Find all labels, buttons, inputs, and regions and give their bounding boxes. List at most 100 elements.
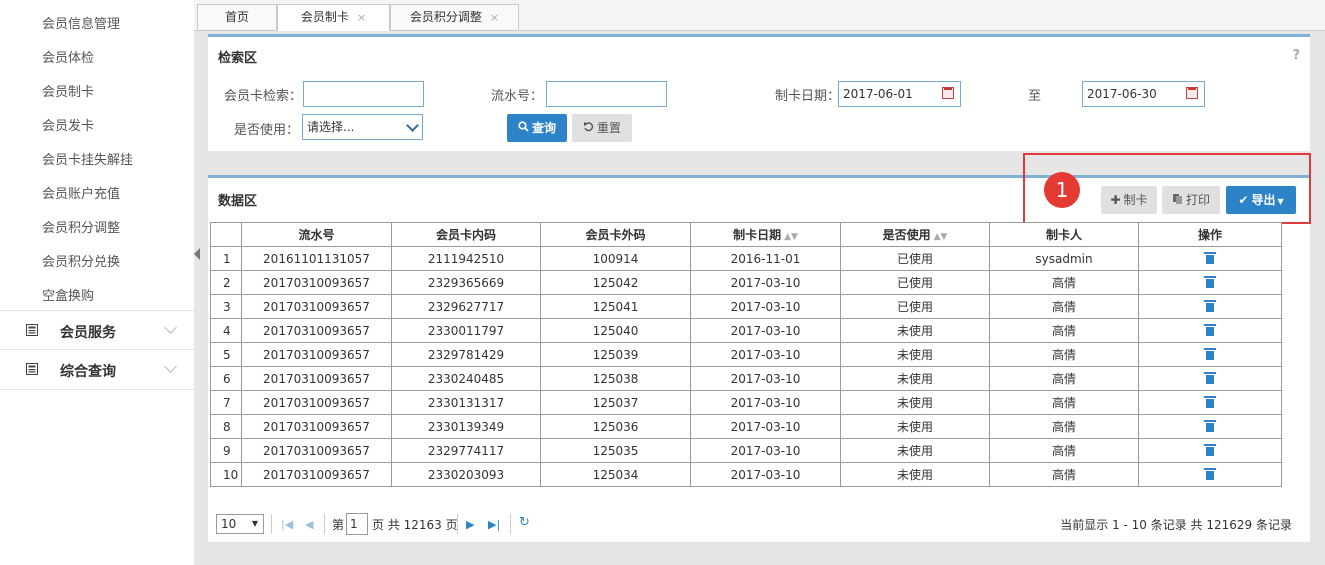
cell-outer-code: 125039 [540, 342, 691, 367]
cell-inner-code: 2329627717 [391, 294, 541, 319]
cell-maker: 高倩 [989, 462, 1139, 487]
cell-actions [1138, 246, 1282, 271]
sidebar-item-member-checkup[interactable]: 会员体检 [42, 47, 94, 66]
sidebar-item-member-info[interactable]: 会员信息管理 [42, 13, 120, 32]
page-number-input[interactable]: 1 [346, 513, 368, 535]
used-select[interactable]: 请选择... [302, 114, 423, 140]
tab-points-adjust[interactable]: 会员积分调整 × [390, 4, 519, 29]
chevron-down-icon [402, 115, 422, 139]
sidebar-item-points-redeem[interactable]: 会员积分兑换 [42, 251, 120, 270]
close-icon[interactable]: × [357, 11, 366, 24]
chevron-down-icon [164, 360, 177, 373]
reset-button-label: 重置 [596, 121, 621, 135]
trash-icon[interactable] [1204, 251, 1216, 264]
trash-icon[interactable] [1204, 419, 1216, 432]
undo-icon [583, 122, 594, 132]
cell-maker: 高倩 [989, 414, 1139, 439]
table-row[interactable]: 9 20170310093657 2329774117 125035 2017-03-1… [210, 438, 1282, 463]
cell-actions [1138, 414, 1282, 439]
cell-serial: 20170310093657 [241, 366, 392, 391]
prev-page-icon[interactable]: ◀ [305, 518, 313, 531]
trash-icon[interactable] [1204, 443, 1216, 456]
reset-button[interactable]: 重置 [572, 114, 632, 142]
trash-icon[interactable] [1204, 395, 1216, 408]
last-page-icon[interactable]: ▶| [488, 518, 500, 531]
trash-icon[interactable] [1204, 275, 1216, 288]
table-row[interactable]: 4 20170310093657 2330011797 125040 2017-03-1… [210, 318, 1282, 343]
sidebar-item-issue-card[interactable]: 会员发卡 [42, 115, 94, 134]
cell-date: 2017-03-10 [690, 318, 841, 343]
cell-used: 未使用 [840, 342, 990, 367]
table-row[interactable]: 8 20170310093657 2330139349 125036 2017-03-1… [210, 414, 1282, 439]
used-select-value: 请选择... [307, 120, 355, 134]
column-header-label: 是否使用 [882, 228, 931, 242]
sidebar-item-card-loss[interactable]: 会员卡挂失解挂 [42, 149, 133, 168]
sidebar-group-label: 综合查询 [60, 364, 116, 380]
cell-actions [1138, 270, 1282, 295]
table-row[interactable]: 7 20170310093657 2330131317 125037 2017-03-1… [210, 390, 1282, 415]
cell-used: 未使用 [840, 366, 990, 391]
table-header-row: 流水号 会员卡内码 会员卡外码 制卡日期 ▲▼ 是否使用 ▲▼ 制卡人 操作 [210, 222, 1282, 247]
tab-bar: 首页 会员制卡 × 会员积分调整 × [194, 0, 1325, 31]
cell-actions [1138, 462, 1282, 487]
column-header-date[interactable]: 制卡日期 ▲▼ [690, 222, 841, 247]
sidebar-group-query[interactable]: 综合查询 [0, 349, 194, 390]
date-to-input[interactable]: 2017-06-30 [1082, 81, 1205, 107]
query-button[interactable]: 查询 [507, 114, 567, 142]
cell-inner-code: 2330240485 [391, 366, 541, 391]
sidebar-item-points-adjust[interactable]: 会员积分调整 [42, 217, 120, 236]
sidebar-item-make-card[interactable]: 会员制卡 [42, 81, 94, 100]
next-page-icon[interactable]: ▶ [466, 518, 474, 531]
calendar-icon[interactable] [1186, 87, 1198, 99]
table-row[interactable]: 5 20170310093657 2329781429 125039 2017-03-1… [210, 342, 1282, 367]
trash-icon[interactable] [1204, 371, 1216, 384]
trash-icon[interactable] [1204, 323, 1216, 336]
trash-icon[interactable] [1204, 347, 1216, 360]
tab-make-card[interactable]: 会员制卡 × [277, 4, 390, 31]
cell-index: 2 [210, 270, 242, 295]
column-header-label: 制卡日期 [733, 228, 782, 242]
table-row[interactable]: 1 20161101131057 2111942510 100914 2016-11-0… [210, 246, 1282, 271]
cell-maker: 高倩 [989, 366, 1139, 391]
cell-inner-code: 2330011797 [391, 318, 541, 343]
search-panel-title: 检索区 [218, 51, 258, 66]
cell-used: 已使用 [840, 270, 990, 295]
caret-down-icon: ▼ [251, 519, 258, 528]
table-row[interactable]: 3 20170310093657 2329627717 125041 2017-03-1… [210, 294, 1282, 319]
cell-date: 2017-03-10 [690, 270, 841, 295]
cell-used: 未使用 [840, 390, 990, 415]
page-size-select[interactable]: 10 ▼ [216, 514, 264, 534]
date-from-input[interactable]: 2017-06-01 [838, 81, 961, 107]
first-page-icon[interactable]: |◀ [281, 518, 293, 531]
cell-serial: 20170310093657 [241, 414, 392, 439]
tab-home[interactable]: 首页 [197, 4, 277, 29]
data-panel-title: 数据区 [218, 194, 258, 209]
card-search-label: 会员卡检索： [224, 89, 303, 104]
table-row[interactable]: 6 20170310093657 2330240485 125038 2017-03-1… [210, 366, 1282, 391]
trash-icon[interactable] [1204, 299, 1216, 312]
divider [457, 514, 458, 534]
calendar-icon[interactable] [942, 87, 954, 99]
cell-used: 已使用 [840, 246, 990, 271]
sidebar-collapse-icon[interactable] [194, 248, 200, 260]
help-icon[interactable]: ? [1292, 48, 1300, 63]
sidebar-item-recharge[interactable]: 会员账户充值 [42, 183, 120, 202]
cell-serial: 20170310093657 [241, 390, 392, 415]
trash-icon[interactable] [1204, 467, 1216, 480]
column-header-used[interactable]: 是否使用 ▲▼ [840, 222, 990, 247]
cell-actions [1138, 390, 1282, 415]
table-row[interactable]: 2 20170310093657 2329365669 125042 2017-03-1… [210, 270, 1282, 295]
close-icon[interactable]: × [490, 11, 499, 24]
refresh-icon[interactable]: ↻ [519, 515, 530, 530]
divider [324, 514, 325, 534]
query-button-label: 查询 [531, 121, 556, 135]
column-header-outer-code: 会员卡外码 [540, 222, 691, 247]
sidebar-group-member-service[interactable]: 会员服务 [0, 310, 194, 350]
table-row[interactable]: 10 20170310093657 2330203093 125034 2017-03-… [210, 462, 1282, 487]
cell-actions [1138, 342, 1282, 367]
sidebar-item-box-exchange[interactable]: 空盒换购 [42, 285, 94, 304]
serial-input[interactable] [546, 81, 667, 107]
card-search-input[interactable] [303, 81, 424, 107]
cell-maker: 高倩 [989, 342, 1139, 367]
cell-index: 8 [210, 414, 242, 439]
